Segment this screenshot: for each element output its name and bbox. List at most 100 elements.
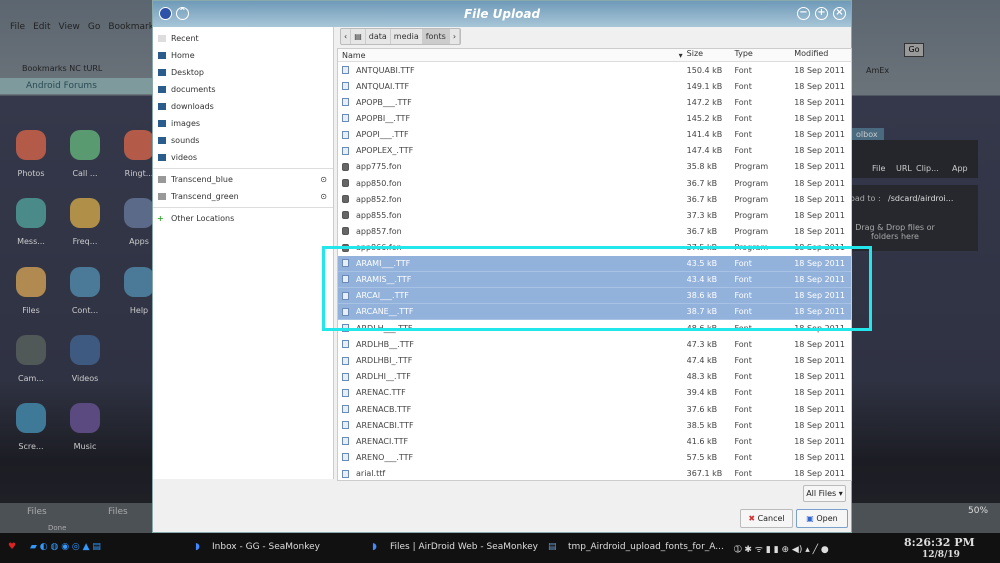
task-inbox[interactable]: Inbox - GG - SeaMonkey (212, 542, 320, 552)
shade-up-icon[interactable]: ⌃ (176, 7, 189, 20)
minimize-icon[interactable]: − (797, 7, 810, 20)
upload-path[interactable]: /sdcard/airdroi... (888, 194, 953, 203)
sidebar-item-transcend-blue[interactable]: Transcend_blue ⊙ (153, 171, 333, 188)
files-tab-1[interactable]: Files (27, 507, 47, 517)
file-row[interactable]: ARENACBI.TTF 38.5 kB Font 18 Sep 2011 (338, 417, 851, 433)
file-row[interactable]: app850.fon 36.7 kB Program 18 Sep 2011 (338, 175, 851, 191)
app-icon-6[interactable] (16, 267, 46, 297)
sidebar-item-recent[interactable]: Recent (153, 30, 333, 47)
app-icon-0[interactable] (16, 130, 46, 160)
tool-app[interactable]: App (952, 164, 968, 173)
file-type: Program (734, 178, 769, 188)
file-row[interactable]: ARDLHB__.TTF 47.3 kB Font 18 Sep 2011 (338, 336, 851, 352)
maximize-icon[interactable]: + (815, 7, 828, 20)
file-row[interactable]: app857.fon 36.7 kB Program 18 Sep 2011 (338, 223, 851, 239)
tool-file[interactable]: File (872, 164, 885, 173)
app-icon-7[interactable] (70, 267, 100, 297)
tray-icons[interactable]: ➀ ✱ ᯤ ▮ ▮ ⊕ ◀) ▴ ╱ ● (734, 542, 829, 555)
sidebar-item-home[interactable]: Home (153, 47, 333, 64)
file-row[interactable]: ARENACI.TTF 41.6 kB Font 18 Sep 2011 (338, 433, 851, 449)
app-label: Cont... (71, 306, 99, 315)
sidebar-item-downloads[interactable]: downloads (153, 98, 333, 115)
cancel-button[interactable]: ✖ Cancel (740, 509, 793, 528)
breadcrumb-forward-icon[interactable]: › (450, 29, 461, 44)
bookmark-amex[interactable]: AmEx (866, 66, 889, 75)
browser-tab[interactable]: Android Forums (0, 78, 155, 94)
menu-view[interactable]: View (59, 22, 80, 32)
file-row[interactable]: app852.fon 36.7 kB Program 18 Sep 2011 (338, 191, 851, 207)
sidebar-item-desktop[interactable]: Desktop (153, 64, 333, 81)
app-icon-9[interactable] (16, 335, 46, 365)
app-icon-8[interactable] (124, 267, 154, 297)
tool-url[interactable]: URL (896, 164, 912, 173)
col-size[interactable]: Size (687, 49, 735, 61)
app-icon-4[interactable] (70, 198, 100, 228)
sidebar-item-transcend-green[interactable]: Transcend_green ⊙ (153, 188, 333, 205)
file-name: ARDLHI__.TTF (356, 372, 411, 382)
sidebar-item-other-locations[interactable]: + Other Locations (153, 210, 333, 227)
task-files-airdroid[interactable]: Files | AirDroid Web - SeaMonkey (390, 542, 538, 552)
sidebar-item-videos[interactable]: videos (153, 149, 333, 166)
file-row[interactable]: arial.ttf 367.1 kB Font 18 Sep 2011 (338, 466, 851, 480)
file-type: Font (734, 452, 752, 462)
tool-clip[interactable]: Clip... (916, 164, 939, 173)
file-row[interactable]: APOPI___.TTF 141.4 kB Font 18 Sep 2011 (338, 127, 851, 143)
file-size: 36.7 kB (686, 194, 718, 204)
app-icon-10[interactable] (70, 335, 100, 365)
crumb-media[interactable]: media (391, 29, 423, 44)
file-row[interactable]: ARDLHBI_.TTF 47.4 kB Font 18 Sep 2011 (338, 353, 851, 369)
breadcrumb-back-icon[interactable]: ‹ (341, 29, 352, 44)
col-type[interactable]: Type (734, 49, 794, 61)
file-row[interactable]: app775.fon 35.8 kB Program 18 Sep 2011 (338, 159, 851, 175)
file-size: 37.3 kB (686, 210, 718, 220)
file-row[interactable]: ARENO___.TTF 57.5 kB Font 18 Sep 2011 (338, 449, 851, 465)
file-row[interactable]: ARENACB.TTF 37.6 kB Font 18 Sep 2011 (338, 401, 851, 417)
heart-icon[interactable]: ♥ (8, 542, 16, 552)
col-modified[interactable]: Modified (794, 49, 851, 61)
sidebar-item-documents[interactable]: documents (153, 81, 333, 98)
app-icon-12[interactable] (70, 403, 100, 433)
menu-go[interactable]: Go (88, 22, 100, 32)
menu-edit[interactable]: Edit (33, 22, 50, 32)
app-icon-2[interactable] (124, 130, 154, 160)
launcher-icons[interactable]: ▰ ◐ ◍ ◉ ◎ ▲ ▤ (30, 542, 101, 552)
eject-icon[interactable]: ⊙ (320, 171, 327, 188)
file-row[interactable]: ARENAC.TTF 39.4 kB Font 18 Sep 2011 (338, 385, 851, 401)
clock-date[interactable]: 12/8/19 (922, 550, 960, 560)
file-filter-select[interactable]: All Files ▾ (803, 485, 846, 502)
file-modified: 18 Sep 2011 (794, 452, 845, 462)
task-tmp-airdroid[interactable]: tmp_Airdroid_upload_fonts_for_A... (568, 542, 724, 552)
file-type: Program (734, 226, 769, 236)
file-row[interactable]: APOPLEX_.TTF 147.4 kB Font 18 Sep 2011 (338, 143, 851, 159)
file-row[interactable]: ARDLHI__.TTF 48.3 kB Font 18 Sep 2011 (338, 369, 851, 385)
open-button[interactable]: ▣ Open (796, 509, 848, 528)
app-icon-5[interactable] (124, 198, 154, 228)
app-label: Mess... (17, 237, 45, 246)
sidebar-item-images[interactable]: images (153, 115, 333, 132)
app-icon-1[interactable] (70, 130, 100, 160)
clock-time[interactable]: 8:26:32 PM (904, 536, 975, 549)
file-row[interactable]: APOPBI__.TTF 145.2 kB Font 18 Sep 2011 (338, 110, 851, 126)
col-name[interactable]: Name ▾ (338, 49, 687, 61)
close-icon[interactable]: × (833, 7, 846, 20)
file-row[interactable]: APOPB___.TTF 147.2 kB Font 18 Sep 2011 (338, 94, 851, 110)
files-tab-2[interactable]: Files (108, 507, 128, 517)
bookmarks-bar[interactable]: Bookmarks NC tURL (22, 64, 102, 73)
program-file-icon (342, 195, 349, 204)
font-file-icon (342, 146, 349, 155)
app-icon-3[interactable] (16, 198, 46, 228)
dropzone[interactable]: Drag & Drop files or folders here (850, 223, 940, 241)
file-row[interactable]: app855.fon 37.3 kB Program 18 Sep 2011 (338, 207, 851, 223)
app-icon-11[interactable] (16, 403, 46, 433)
file-row[interactable]: ANTQUABI.TTF 150.4 kB Font 18 Sep 2011 (338, 62, 851, 78)
font-file-icon (342, 114, 349, 123)
breadcrumb: ‹ ▤ data media fonts › (340, 28, 462, 45)
sidebar-item-sounds[interactable]: sounds (153, 132, 333, 149)
eject-icon[interactable]: ⊙ (320, 188, 327, 205)
crumb-fonts[interactable]: fonts (422, 29, 450, 44)
crumb-data[interactable]: data (366, 29, 391, 44)
drive-root-icon[interactable]: ▤ (351, 29, 366, 44)
file-row[interactable]: ANTQUAI.TTF 149.1 kB Font 18 Sep 2011 (338, 78, 851, 94)
go-button[interactable]: Go (904, 43, 924, 57)
menu-file[interactable]: File (10, 22, 25, 32)
